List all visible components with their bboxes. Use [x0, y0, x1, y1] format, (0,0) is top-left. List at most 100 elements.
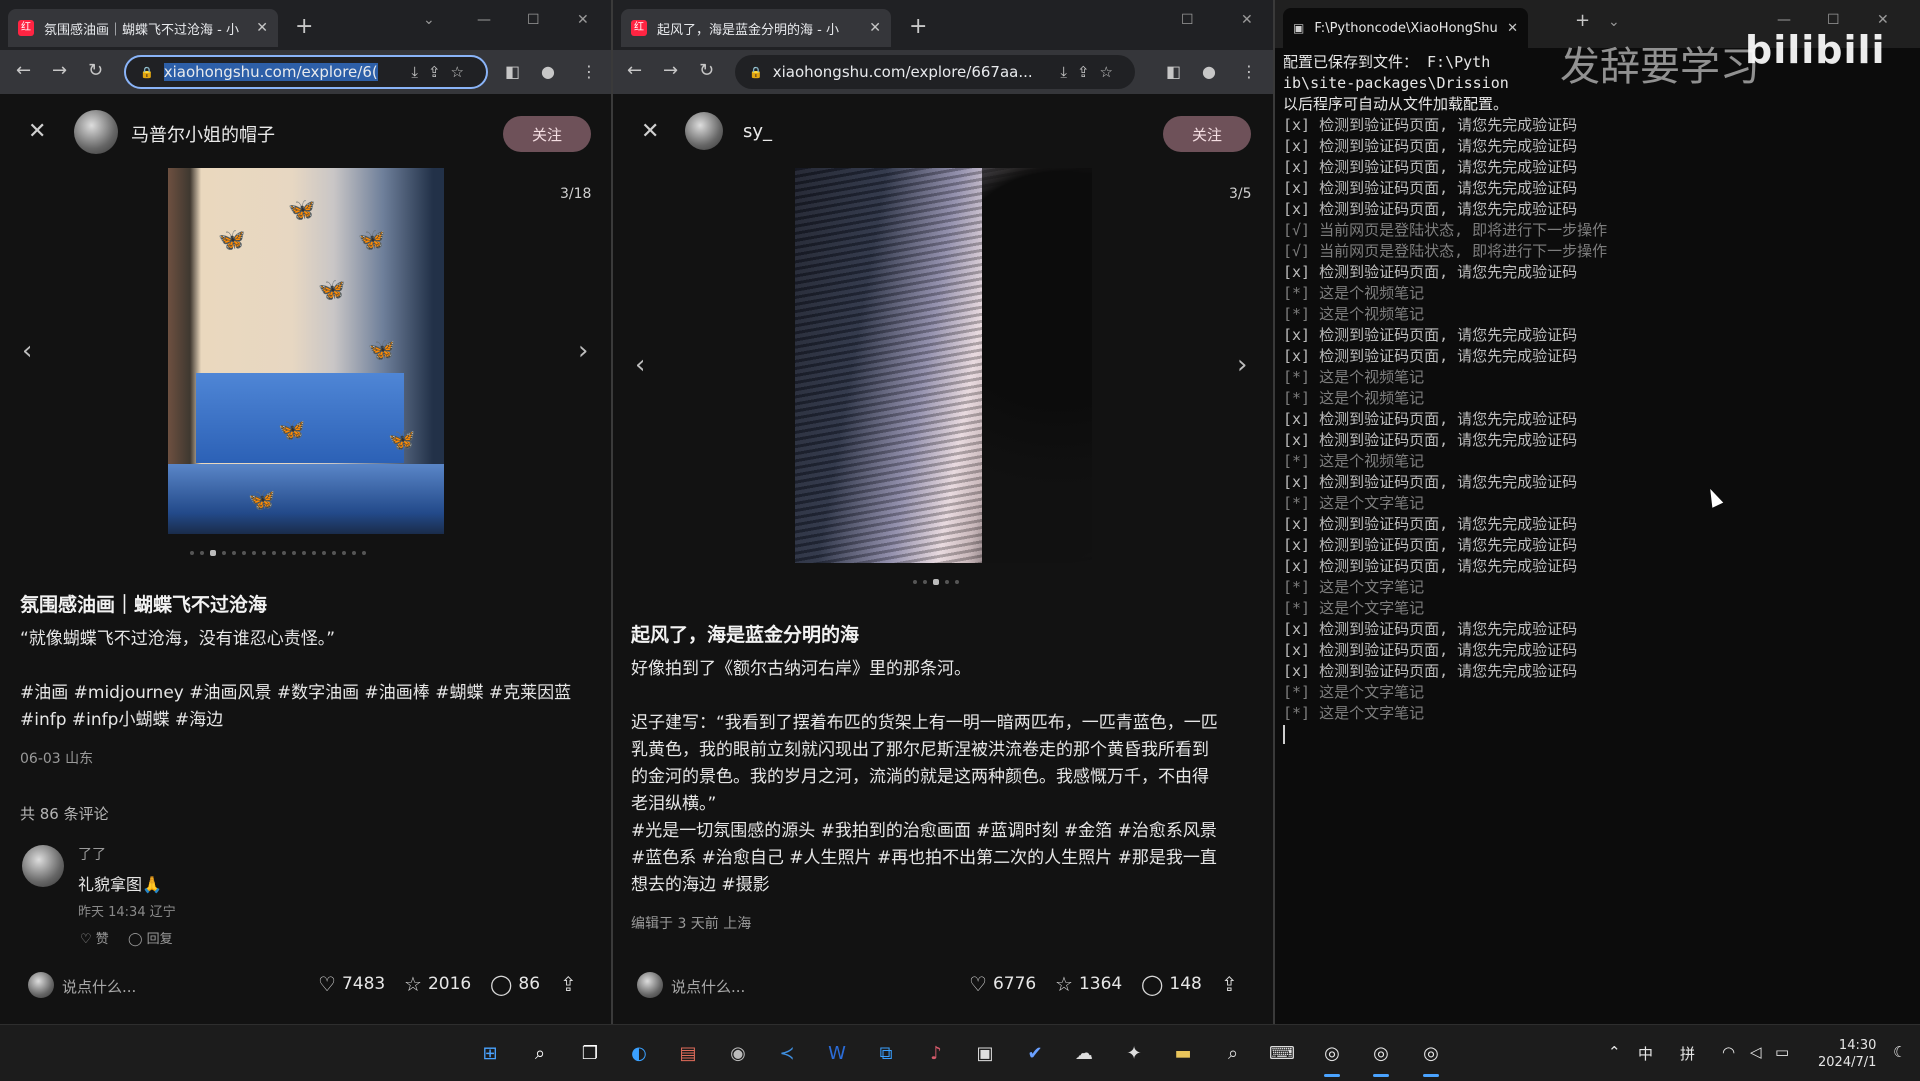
- back-icon[interactable]: ←: [16, 60, 31, 81]
- menu-icon[interactable]: ⋮: [581, 62, 597, 81]
- menu-icon[interactable]: ⋮: [1241, 62, 1257, 81]
- tags-line[interactable]: #光是一切氛围感的源头 #我拍到的治愈画面 #蓝调时刻 #金箔 #治愈系风景: [631, 818, 1217, 845]
- note-tags[interactable]: #光是一切氛围感的源头 #我拍到的治愈画面 #蓝调时刻 #金箔 #治愈系风景 #…: [631, 818, 1217, 899]
- chrome-icon[interactable]: ◎: [1365, 1037, 1397, 1077]
- comment-like-button[interactable]: ♡ 赞: [80, 928, 109, 947]
- clock[interactable]: 14:30 2024/7/1: [1818, 1037, 1876, 1071]
- tab-search-icon[interactable]: ⌄: [423, 12, 435, 28]
- comment-reply-button[interactable]: ◯ 回复: [128, 928, 173, 947]
- edge-icon[interactable]: ◐: [623, 1037, 655, 1069]
- battery-icon[interactable]: ▭: [1775, 1043, 1789, 1061]
- note-tags-line[interactable]: #infp #infp小蝴蝶 #海边: [20, 707, 223, 734]
- side-panel-icon[interactable]: ◧: [505, 62, 520, 81]
- terminal-output[interactable]: 配置已保存到文件： F:\Pyth ib\site-packages\Drissi…: [1283, 52, 1912, 745]
- address-bar[interactable]: 🔒 xiaohongshu.com/explore/6( ⤓⇪☆: [124, 55, 488, 89]
- share-icon[interactable]: ⇪: [1221, 972, 1238, 996]
- address-actions-icon[interactable]: ⤓⇪☆: [1054, 63, 1135, 81]
- wechat-icon[interactable]: ☁: [1068, 1037, 1100, 1069]
- tray-expand-icon[interactable]: ⌃: [1608, 1043, 1621, 1061]
- terminal-line: [x] 检测到验证码页面, 请您先完成验证码: [1283, 662, 1578, 680]
- app-icon[interactable]: ▤: [672, 1037, 704, 1069]
- new-tab-icon[interactable]: +: [295, 14, 313, 39]
- minimize-icon[interactable]: —: [1777, 12, 1791, 28]
- profile-icon[interactable]: ●: [1202, 62, 1216, 81]
- photos-icon[interactable]: ▣: [969, 1037, 1001, 1069]
- vscode-icon[interactable]: ≺: [771, 1037, 803, 1069]
- music-icon[interactable]: ♪: [920, 1037, 952, 1069]
- share-icon[interactable]: ⇪: [560, 972, 577, 996]
- file-explorer-icon[interactable]: ▬: [1167, 1037, 1199, 1069]
- comment-input[interactable]: 说点什么...: [62, 976, 136, 997]
- close-window-icon[interactable]: ✕: [577, 12, 589, 28]
- search-icon[interactable]: ⌕: [524, 1037, 556, 1069]
- commenter-avatar[interactable]: [22, 845, 64, 887]
- author-name[interactable]: 马普尔小姐的帽子: [131, 121, 275, 147]
- terminal-tab[interactable]: ▣ F:\Pythoncode\XiaoHongShu ✕: [1283, 8, 1528, 48]
- maximize-icon[interactable]: ☐: [1827, 12, 1840, 28]
- comments-button[interactable]: ◯ 86: [490, 972, 540, 996]
- collect-button[interactable]: ☆ 1364: [1055, 972, 1122, 996]
- word-icon[interactable]: W: [821, 1037, 853, 1069]
- prev-image-icon[interactable]: ‹: [635, 350, 645, 380]
- search-app-icon[interactable]: ⌕: [1217, 1037, 1249, 1069]
- reload-icon[interactable]: ↻: [88, 60, 103, 81]
- browser-tab[interactable]: 红 起风了，海是蓝金分明的海 - 小 ✕: [621, 9, 891, 47]
- wifi-icon[interactable]: ◠: [1722, 1043, 1735, 1061]
- dropdown-icon[interactable]: ⌄: [1608, 14, 1620, 30]
- obs-icon[interactable]: ◉: [722, 1037, 754, 1069]
- terminal-app-icon[interactable]: ⌨: [1266, 1037, 1298, 1069]
- close-window-icon[interactable]: ✕: [1877, 12, 1889, 28]
- next-image-icon[interactable]: ›: [578, 336, 588, 366]
- ime-language[interactable]: 中: [1638, 1043, 1653, 1064]
- back-icon[interactable]: ←: [627, 60, 642, 81]
- close-tab-icon[interactable]: ✕: [256, 20, 268, 36]
- address-bar[interactable]: 🔒 xiaohongshu.com/explore/667aa... ⤓⇪☆: [735, 55, 1135, 89]
- volume-icon[interactable]: ◁: [1750, 1043, 1762, 1061]
- side-panel-icon[interactable]: ◧: [1166, 62, 1181, 81]
- comments-count: 86: [518, 974, 541, 994]
- start-icon[interactable]: ⊞: [474, 1037, 506, 1069]
- profile-icon[interactable]: ●: [541, 62, 555, 81]
- follow-button[interactable]: 关注: [503, 116, 591, 152]
- forward-icon[interactable]: →: [52, 60, 67, 81]
- prev-image-icon[interactable]: ‹: [22, 336, 32, 366]
- game-icon[interactable]: ✦: [1118, 1037, 1150, 1069]
- close-note-icon[interactable]: ✕: [641, 119, 659, 144]
- comments-button[interactable]: ◯ 148: [1141, 972, 1202, 996]
- tags-line[interactable]: #蓝色系 #治愈自己 #人生照片 #再也拍不出第二次的人生照片 #那是我一直: [631, 845, 1217, 872]
- remote-icon[interactable]: ⧉: [870, 1037, 902, 1069]
- author-avatar[interactable]: [685, 112, 723, 150]
- author-avatar[interactable]: [74, 110, 118, 154]
- maximize-icon[interactable]: ☐: [527, 12, 540, 28]
- like-button[interactable]: ♡ 7483: [318, 972, 385, 996]
- ime-mode[interactable]: 拼: [1680, 1043, 1695, 1064]
- new-tab-icon[interactable]: +: [1575, 10, 1590, 31]
- next-image-icon[interactable]: ›: [1237, 350, 1247, 380]
- author-name[interactable]: sy_: [743, 121, 772, 142]
- chrome-icon[interactable]: ◎: [1415, 1037, 1447, 1077]
- like-button[interactable]: ♡ 6776: [969, 972, 1036, 996]
- browser-tab[interactable]: 红 氛围感油画｜蝴蝶飞不过沧海 - 小 ✕: [8, 9, 278, 47]
- note-image[interactable]: 🦋 🦋 🦋 🦋 🦋 🦋 🦋 🦋: [168, 168, 444, 534]
- task-view-icon[interactable]: ❐: [574, 1037, 606, 1069]
- commenter-name[interactable]: 了了: [78, 844, 106, 864]
- close-tab-icon[interactable]: ✕: [1507, 21, 1518, 36]
- maximize-icon[interactable]: ☐: [1181, 12, 1194, 28]
- note-tags-line[interactable]: #油画 #midjourney #油画风景 #数字油画 #油画棒 #蝴蝶 #克莱…: [20, 680, 571, 707]
- tags-line[interactable]: 想去的海边 #摄影: [631, 872, 1217, 899]
- todo-icon[interactable]: ✔: [1019, 1037, 1051, 1069]
- new-tab-icon[interactable]: +: [909, 14, 927, 39]
- note-image[interactable]: [795, 168, 1092, 563]
- close-tab-icon[interactable]: ✕: [869, 20, 881, 36]
- reload-icon[interactable]: ↻: [699, 60, 714, 81]
- collect-button[interactable]: ☆ 2016: [404, 972, 471, 996]
- forward-icon[interactable]: →: [663, 60, 678, 81]
- minimize-icon[interactable]: —: [477, 12, 491, 28]
- address-actions-icon[interactable]: ⤓⇪☆: [405, 63, 486, 81]
- close-note-icon[interactable]: ✕: [28, 119, 46, 144]
- close-window-icon[interactable]: ✕: [1241, 12, 1253, 28]
- comment-input[interactable]: 说点什么...: [671, 976, 745, 997]
- notification-icon[interactable]: ☾: [1893, 1043, 1906, 1061]
- chrome-icon[interactable]: ◎: [1316, 1037, 1348, 1077]
- follow-button[interactable]: 关注: [1163, 116, 1251, 152]
